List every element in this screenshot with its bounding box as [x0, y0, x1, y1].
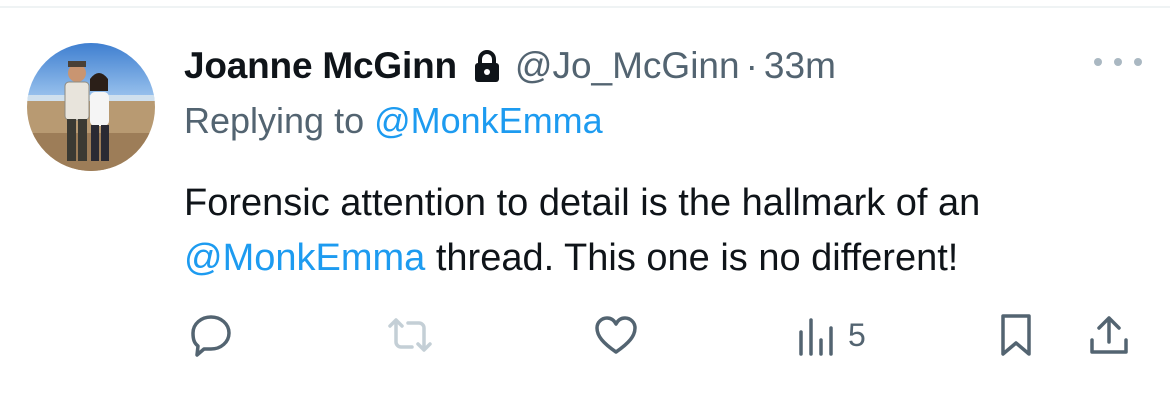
lock-icon	[473, 49, 501, 83]
views-button[interactable]: 5	[796, 310, 866, 360]
replying-prefix: Replying to	[184, 100, 375, 141]
bookmark-button[interactable]	[998, 310, 1034, 360]
views-count: 5	[848, 316, 866, 353]
share-icon	[1086, 312, 1132, 358]
tweet-text-part1: Forensic attention to detail is the hall…	[184, 182, 981, 224]
tweet-text: Forensic attention to detail is the hall…	[184, 176, 1154, 286]
display-name[interactable]: Joanne McGinn	[184, 45, 457, 87]
tweet-mention[interactable]: @MonkEmma	[184, 237, 425, 279]
top-divider	[0, 6, 1170, 8]
retweet-button[interactable]	[384, 310, 436, 360]
timestamp[interactable]: 33m	[764, 45, 836, 87]
bookmark-icon	[998, 312, 1034, 358]
avatar[interactable]	[27, 43, 155, 171]
reply-icon	[188, 312, 234, 358]
views-icon	[796, 312, 838, 358]
reply-button[interactable]	[188, 310, 234, 360]
like-icon	[593, 312, 639, 358]
more-icon[interactable]	[1094, 52, 1142, 72]
tweet-header: Joanne McGinn @Jo_McGinn · 33m	[184, 42, 836, 90]
retweet-icon	[384, 312, 436, 358]
replying-to-line: Replying to @MonkEmma	[184, 100, 603, 142]
tweet-text-part2: thread. This one is no different!	[425, 237, 959, 279]
replying-to-mention[interactable]: @MonkEmma	[374, 100, 603, 141]
action-bar: 5	[0, 310, 1170, 360]
like-button[interactable]	[593, 310, 639, 360]
separator-dot: ·	[745, 45, 758, 86]
share-button[interactable]	[1086, 310, 1132, 360]
user-handle[interactable]: @Jo_McGinn	[515, 45, 740, 87]
